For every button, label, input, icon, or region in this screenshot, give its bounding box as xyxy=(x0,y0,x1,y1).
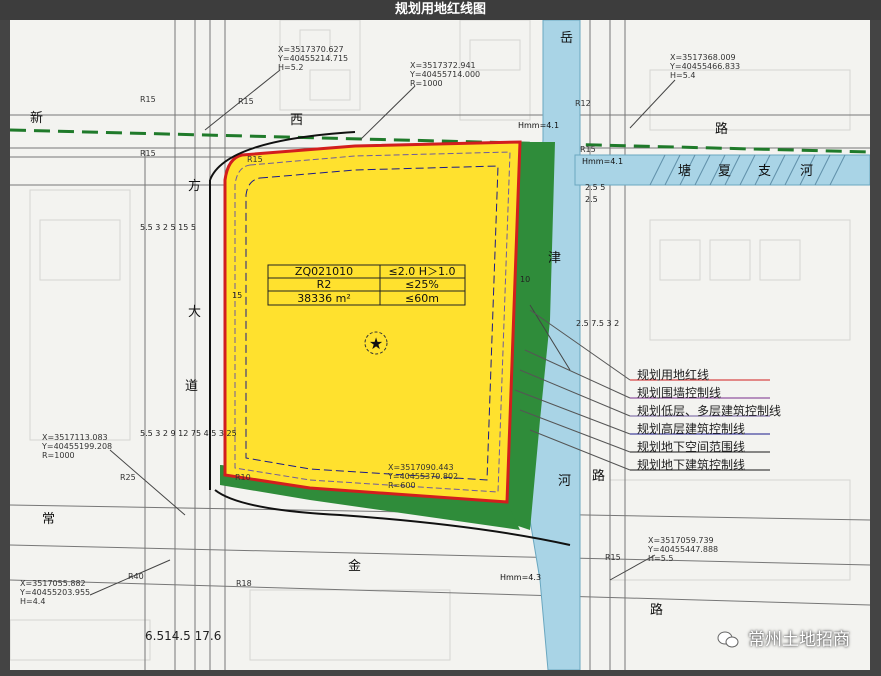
road-label-xi: 西 xyxy=(290,113,303,128)
coord-7-h: H=4.4 xyxy=(20,597,45,606)
road-label-dao: 道 xyxy=(185,379,198,394)
road-label-lu-bottom: 路 xyxy=(650,602,663,618)
dim-right-top: 2.5 5 xyxy=(585,183,605,192)
parcel-far: ≤2.0 H＞1.0 xyxy=(389,265,456,278)
coord-5-r: R=600 xyxy=(388,481,416,490)
parcel-use: R2 xyxy=(317,278,332,291)
coord-1-y: Y=40455214.715 xyxy=(277,54,348,63)
coord-4-x: X=3517113.083 xyxy=(42,433,108,442)
coord-5-y: Y=40455370.802 xyxy=(387,472,458,481)
coord-7-y: Y=40455203.955 xyxy=(19,588,90,597)
map-frame: 规划用地红线图 ZQ021010 ≤2.0 H＞1.0 R2 ≤25% 3833… xyxy=(0,0,881,676)
parcel-code: ZQ021010 xyxy=(295,265,353,278)
coord-5-x: X=3517090.443 xyxy=(388,463,454,472)
elevation-1: Hmm=4.1 xyxy=(518,121,559,130)
coord-2-x: X=3517372.941 xyxy=(410,61,476,70)
coord-4-r: R=1000 xyxy=(42,451,75,460)
radius-r40: R40 xyxy=(128,572,144,581)
radius-r15f: R15 xyxy=(605,553,621,562)
radius-r25: R25 xyxy=(120,473,136,482)
legend-item-underground-control: 规划地下建筑控制线 xyxy=(637,458,746,472)
radius-r15b: R15 xyxy=(238,97,254,106)
legend-item-underground-range: 规划地下空间范围线 xyxy=(637,440,746,454)
radius-r10: R10 xyxy=(235,473,251,482)
road-label-yue: 岳 xyxy=(560,31,573,46)
dim-right-upper: 2.5 xyxy=(585,195,598,204)
road-label-lu-right: 路 xyxy=(592,468,605,484)
radius-r18: R18 xyxy=(236,579,252,588)
wechat-icon xyxy=(717,631,739,648)
radius-r15c: R15 xyxy=(140,149,156,158)
dim-right-mid: 2.5 7.5 3 2 xyxy=(576,319,619,328)
coord-3-h: H=5.4 xyxy=(670,71,695,80)
coord-6-x: X=3517059.739 xyxy=(648,536,714,545)
svg-text:★: ★ xyxy=(369,334,383,353)
parcel-green: ≤25% xyxy=(405,278,439,291)
river-label-he-branch: 河 xyxy=(800,164,813,179)
river-label-xia: 夏 xyxy=(718,164,731,179)
river-label-tang: 塘 xyxy=(678,163,691,179)
coord-6-y: Y=40455447.888 xyxy=(647,545,718,554)
dim-10: 10 xyxy=(520,275,530,284)
road-label-lu-top: 路 xyxy=(715,121,728,137)
road-label-da: 大 xyxy=(188,305,201,320)
parcel-height: ≤60m xyxy=(405,292,439,305)
river-label-zhi: 支 xyxy=(758,164,771,179)
coord-1-h: H=5.2 xyxy=(278,63,303,72)
dim-15: 15 xyxy=(232,291,242,300)
road-label-xin: 新 xyxy=(30,110,43,126)
coord-4-y: Y=40455199.208 xyxy=(41,442,112,451)
map-area: ZQ021010 ≤2.0 H＞1.0 R2 ≤25% 38336 m² ≤60… xyxy=(10,20,870,670)
road-label-chang: 常 xyxy=(42,512,55,527)
radius-r15a: R15 xyxy=(140,95,156,104)
elevation-2: Hmm=4.1 xyxy=(582,157,623,166)
legend-item-red-line: 规划用地红线 xyxy=(637,368,710,382)
road-label-fang: 方 xyxy=(188,178,201,194)
parcel-area: 38336 m² xyxy=(297,292,351,305)
legend-item-wall-line: 规划围墙控制线 xyxy=(637,386,722,400)
radius-r12: R12 xyxy=(575,99,591,108)
radius-r15d: R15 xyxy=(247,155,263,164)
coord-3-y: Y=40455466.833 xyxy=(669,62,740,71)
dim-left-top: 5.5 3 2 5 15 5 xyxy=(140,223,196,232)
river-label-jin: 津 xyxy=(548,251,561,266)
coord-1-x: X=3517370.627 xyxy=(278,45,344,54)
legend-item-low-rise-line: 规划低层、多层建筑控制线 xyxy=(637,404,782,418)
watermark-text: 常州土地招商 xyxy=(748,630,850,650)
coord-6-h: H=5.5 xyxy=(648,554,673,563)
watermark: 常州土地招商 xyxy=(717,625,850,650)
coord-2-y: Y=40455714.000 xyxy=(409,70,480,79)
road-label-jin: 金 xyxy=(348,558,361,574)
legend-item-high-rise-line: 规划高层建筑控制线 xyxy=(637,422,746,436)
river-label-he: 河 xyxy=(558,474,571,489)
dim-left-bottom: 5.5 3 2 9 12 75 4.5 3 25 xyxy=(140,429,237,438)
coord-3-x: X=3517368.009 xyxy=(670,53,736,62)
parcel-land xyxy=(223,140,522,504)
radius-r15e: R15 xyxy=(580,145,596,154)
dim-bottom: 6.514.5 17.6 xyxy=(145,629,221,643)
map-canvas: ZQ021010 ≤2.0 H＞1.0 R2 ≤25% 38336 m² ≤60… xyxy=(10,20,870,670)
coord-7-x: X=3517055.882 xyxy=(20,579,86,588)
map-title: 规划用地红线图 xyxy=(0,0,881,20)
elevation-3: Hmm=4.3 xyxy=(500,573,541,582)
